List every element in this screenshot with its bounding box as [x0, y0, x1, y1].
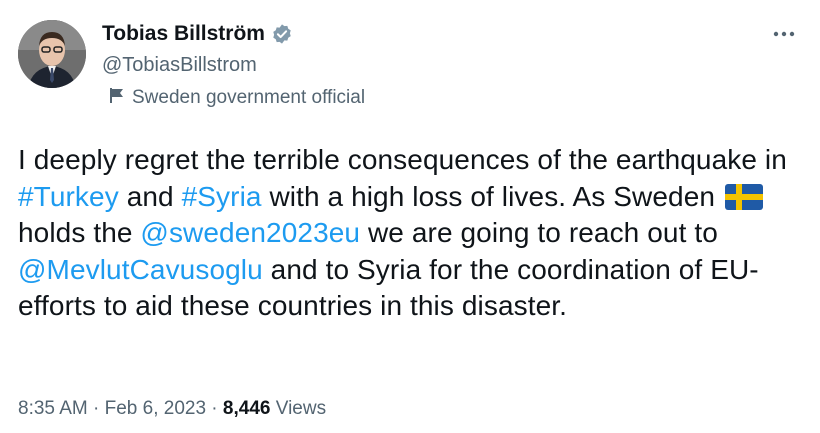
tweet-date[interactable]: Feb 6, 2023 — [105, 398, 206, 419]
tweet-text-segment: we are going to reach out to — [360, 217, 718, 248]
hashtag-turkey-link[interactable]: #Turkey — [18, 181, 119, 212]
mention-sweden2023eu-link[interactable]: @sweden2023eu — [140, 217, 360, 248]
author-display-name[interactable]: Tobias Billström — [102, 22, 265, 46]
mention-mevlutcavusoglu-link[interactable]: @MevlutCavusoglu — [18, 254, 263, 285]
affiliation-label: Sweden government official — [108, 86, 365, 110]
tweet-text-segment: and — [118, 180, 182, 212]
author-name-row: Tobias Billström — [102, 22, 293, 46]
sweden-flag-icon — [724, 183, 763, 210]
tweet-text: I deeply regret the terrible consequence… — [18, 142, 808, 325]
avatar[interactable] — [18, 20, 86, 88]
views-count: 8,446 — [222, 398, 271, 419]
tweet-text-segment: I deeply regret the terrible consequence… — [18, 144, 787, 175]
tweet-meta: 8:35 AM · Feb 6, 2023 · 8,446 Views — [18, 398, 326, 420]
more-options-icon — [773, 31, 795, 37]
views-label: Views — [270, 398, 327, 419]
meta-separator: · — [87, 398, 105, 419]
government-label-icon — [108, 86, 126, 110]
avatar-photo — [18, 20, 86, 88]
author-handle[interactable]: @TobiasBillstrom — [102, 54, 257, 77]
meta-separator: · — [206, 398, 223, 419]
tweet-text-segment: with a high loss of lives. As Sweden — [261, 180, 723, 212]
verified-badge-icon — [271, 23, 293, 45]
affiliation-label-text: Sweden government official — [132, 87, 366, 108]
more-options-button[interactable] — [770, 22, 798, 46]
tweet-time[interactable]: 8:35 AM — [18, 398, 88, 419]
hashtag-syria-link[interactable]: #Syria — [182, 181, 262, 212]
tweet-text-segment: holds the — [18, 217, 141, 248]
